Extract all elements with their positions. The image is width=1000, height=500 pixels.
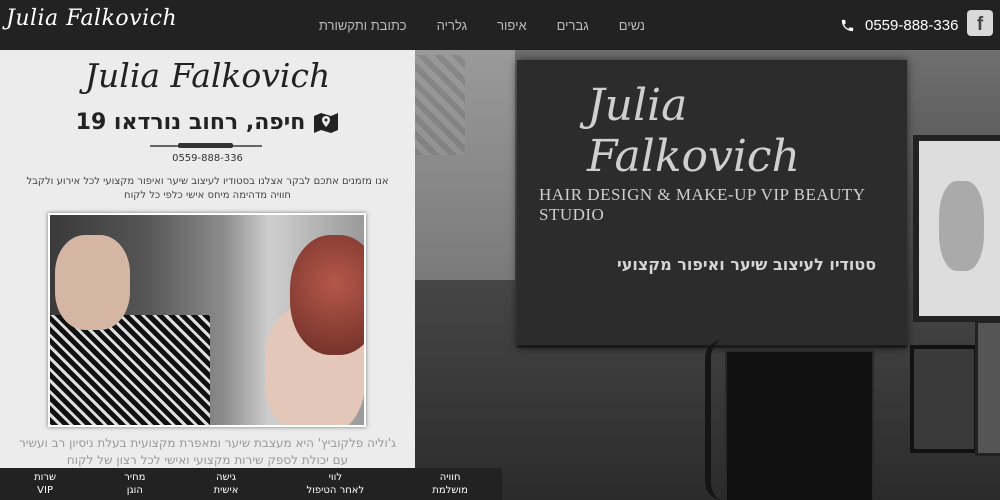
feature-item: שרות VIP: [34, 472, 57, 496]
hero-wall-decor: [415, 50, 515, 280]
header-phone-number: 0559-888-336: [865, 16, 959, 34]
hero-image: Julia Falkovich HAIR DESIGN & MAKE-UP VI…: [415, 50, 1000, 500]
address-text: חיפה, רחוב נורדאו 19: [75, 110, 306, 135]
studio-sign: Julia Falkovich HAIR DESIGN & MAKE-UP VI…: [517, 60, 907, 348]
top-navbar: Julia Falkovich נשים גברים איפור גלריה כ…: [0, 0, 1000, 50]
sign-brand-text: Julia Falkovich: [587, 80, 800, 182]
header-phone[interactable]: 0559-888-336: [840, 0, 958, 50]
nav-item-women[interactable]: נשים: [619, 18, 645, 33]
hero-device: [725, 350, 874, 500]
intro-text: אנו מזמנים אתכם לבקר אצלנו בסטודיו לעיצו…: [26, 176, 389, 201]
feature-item: לווי לאחר הטיפול: [306, 472, 365, 496]
nav-item-makeup[interactable]: איפור: [497, 18, 527, 33]
main-nav: נשים גברים איפור גלריה כתובת ותקשורת: [319, 0, 645, 50]
address: חיפה, רחוב נורדאו 19: [0, 110, 415, 135]
wall-picture: [913, 135, 1000, 322]
wall-certificate-2: [975, 320, 1000, 456]
brand-logo[interactable]: Julia Falkovich: [6, 6, 177, 31]
feature-item: מחיר הוגן: [124, 472, 146, 496]
divider: [150, 143, 262, 148]
panel-brand: Julia Falkovich: [84, 56, 331, 95]
phone-icon: [841, 19, 854, 31]
wall-certificate: [910, 345, 978, 453]
stylist-photo: [48, 213, 366, 427]
sign-subtitle: HAIR DESIGN & MAKE-UP VIP BEAUTY STUDIO: [539, 185, 865, 224]
nav-item-gallery[interactable]: גלריה: [437, 18, 467, 33]
map-icon: [314, 112, 339, 133]
nav-item-men[interactable]: גברים: [557, 18, 589, 33]
info-panel: Julia Falkovich חיפה, רחוב נורדאו 19 055…: [0, 50, 415, 500]
facebook-icon[interactable]: f: [967, 10, 993, 36]
feature-item: גישה אישית: [213, 472, 239, 496]
sign-hebrew-text: סטודיו לעיצוב שיער ואיפור מקצועי: [617, 255, 877, 274]
about-text: ג'וליה פלקוביץ' היא מעצבת שיער ומאפרת מק…: [19, 436, 396, 467]
features-bar: חוויה מושלמת לווי לאחר הטיפול גישה אישית מח…: [0, 468, 502, 500]
feature-item: חוויה מושלמת: [432, 472, 468, 496]
nav-item-contact[interactable]: כתובת ותקשורת: [319, 18, 407, 33]
panel-phone[interactable]: 0559-888-336: [0, 153, 415, 164]
